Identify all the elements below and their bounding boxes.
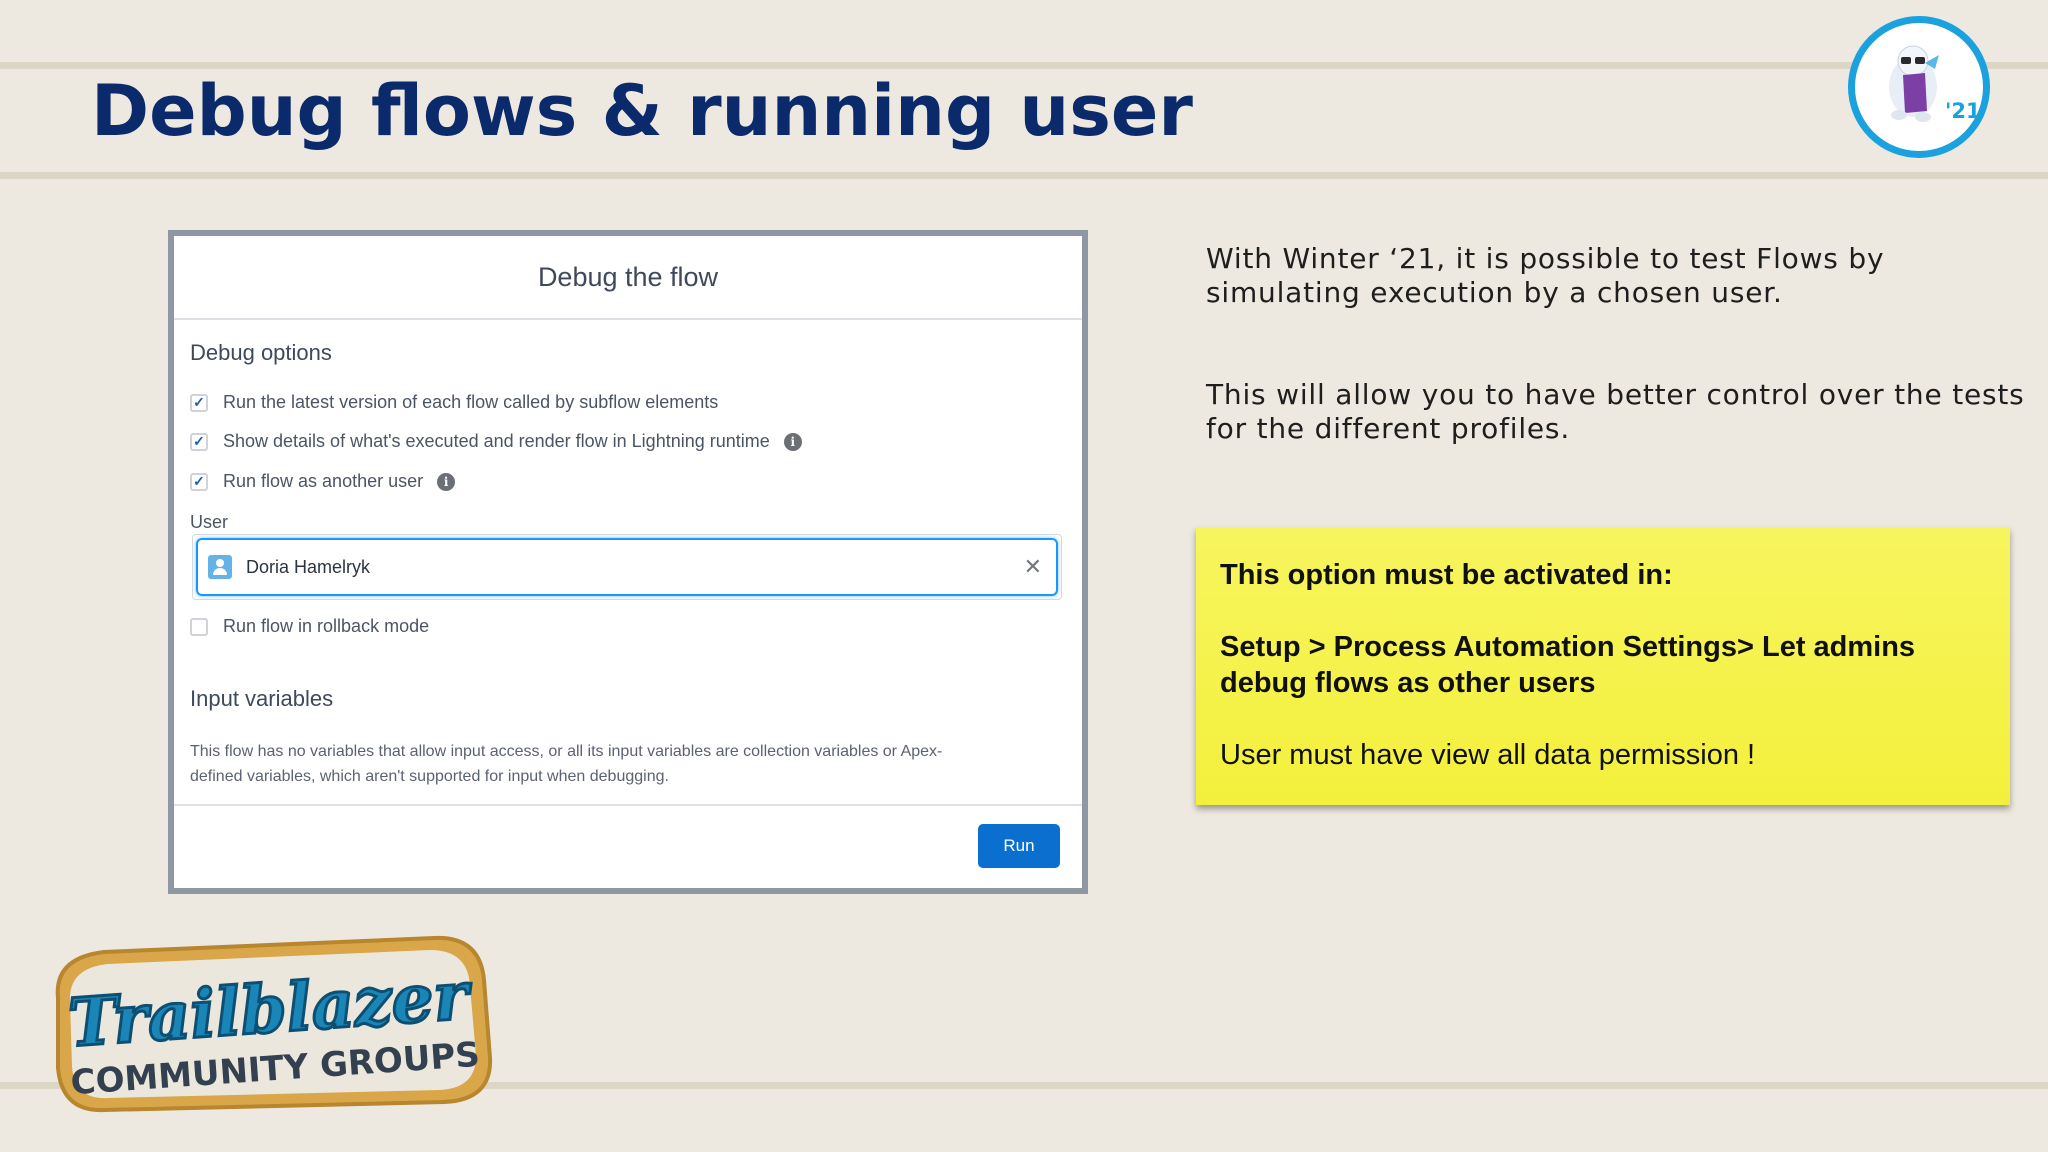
trailblazer-community-groups-logo: Trailblazer COMMUNITY GROUPS xyxy=(44,928,496,1114)
option-label: Run flow in rollback mode xyxy=(223,616,430,636)
option-show-details[interactable]: ✓ Show details of what's executed and re… xyxy=(190,431,802,452)
user-avatar-icon xyxy=(208,555,232,579)
option-label: Run the latest version of each flow call… xyxy=(223,392,719,412)
paragraph-line: With Winter ‘21, it is possible to test … xyxy=(1206,242,1885,275)
info-icon[interactable]: i xyxy=(783,432,802,451)
benefit-paragraph: This will allow you to have better contr… xyxy=(1206,378,2025,446)
activation-note: This option must be activated in: Setup … xyxy=(1196,527,2010,805)
option-label: Run flow as another user xyxy=(223,471,424,491)
badge-year: '21 xyxy=(1945,99,1981,123)
note-permission: User must have view all data permission … xyxy=(1220,739,1756,771)
info-icon[interactable]: i xyxy=(437,472,456,491)
checkbox-checked-icon[interactable]: ✓ xyxy=(190,393,208,412)
user-lookup[interactable]: Doria Hamelryk ✕ xyxy=(192,534,1062,600)
debug-options-title: Debug options xyxy=(190,340,332,365)
checkbox-checked-icon[interactable]: ✓ xyxy=(190,472,208,491)
user-value[interactable]: Doria Hamelryk xyxy=(246,557,1020,578)
option-rollback-mode[interactable]: Run flow in rollback mode xyxy=(190,616,429,637)
note-path: debug flows as other users xyxy=(1220,667,1596,699)
note-path: Setup > Process Automation Settings> Let… xyxy=(1220,631,1916,663)
dialog-title: Debug the flow xyxy=(174,236,1082,320)
checkbox-checked-icon[interactable]: ✓ xyxy=(190,432,208,451)
user-field-label: User xyxy=(190,512,229,532)
paragraph-line: simulating execution by a chosen user. xyxy=(1206,276,1783,309)
dialog-footer: Run xyxy=(174,804,1082,888)
top-rule xyxy=(0,62,2048,69)
winter21-badge-icon: '21 xyxy=(1848,16,1990,158)
note-heading: This option must be activated in: xyxy=(1220,559,1673,591)
run-button[interactable]: Run xyxy=(978,824,1060,868)
checkbox-unchecked-icon[interactable] xyxy=(190,617,208,636)
input-variables-description: This flow has no variables that allow in… xyxy=(190,739,1050,789)
option-run-as-user[interactable]: ✓ Run flow as another user i xyxy=(190,471,456,492)
option-latest-version[interactable]: ✓ Run the latest version of each flow ca… xyxy=(190,392,718,413)
description-line: defined variables, which aren't supporte… xyxy=(190,768,669,785)
intro-paragraph: With Winter ‘21, it is possible to test … xyxy=(1206,242,1884,310)
input-variables-title: Input variables xyxy=(190,686,334,711)
debug-flow-dialog: Debug the flow Debug options ✓ Run the l… xyxy=(168,230,1088,894)
paragraph-line: for the different profiles. xyxy=(1206,412,1571,445)
description-line: This flow has no variables that allow in… xyxy=(190,743,943,760)
header-rule xyxy=(0,172,2048,179)
slide-title: Debug flows & running user xyxy=(91,70,1193,152)
option-label: Show details of what's executed and rend… xyxy=(223,431,770,451)
paragraph-line: This will allow you to have better contr… xyxy=(1206,378,2025,411)
clear-icon[interactable]: ✕ xyxy=(1020,554,1046,580)
